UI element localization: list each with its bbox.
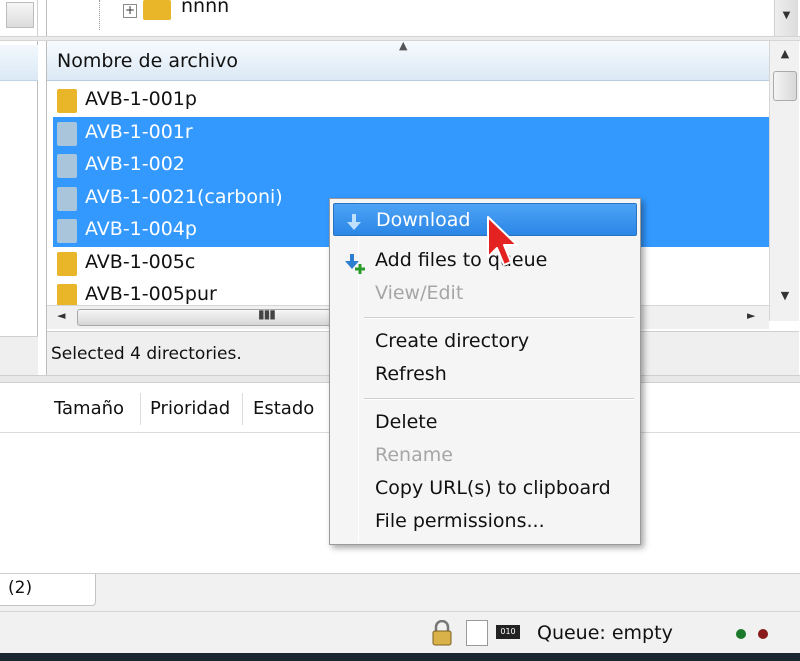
vertical-scrollbar[interactable]: ▲ ▼ xyxy=(769,41,799,321)
binary-mode-icon[interactable]: 010 xyxy=(496,625,520,639)
scrollbar-thumb[interactable] xyxy=(773,71,797,101)
tree-scroll-down-button[interactable]: ▼ xyxy=(774,0,798,36)
sort-ascending-icon: ▲ xyxy=(399,39,408,52)
context-menu: Download Add files to queue View/Edit Cr… xyxy=(329,198,641,545)
menu-item-rename[interactable]: Rename xyxy=(333,439,637,472)
menu-separator xyxy=(364,398,634,400)
menu-item-download[interactable]: Download xyxy=(333,203,637,236)
taskbar-edge xyxy=(0,653,800,661)
file-row[interactable]: AVB-1-001p xyxy=(53,84,769,117)
tree-node-label[interactable]: nnnn xyxy=(181,0,229,17)
menu-item-label: View/Edit xyxy=(375,282,464,304)
tab-successful-transfers[interactable]: (2) xyxy=(0,574,96,606)
column-header-priority[interactable]: Prioridad xyxy=(150,398,230,419)
scroll-down-icon[interactable]: ▼ xyxy=(770,285,800,313)
local-file-list[interactable]: ► xyxy=(0,41,38,379)
column-divider[interactable] xyxy=(242,393,243,425)
folder-icon xyxy=(57,186,77,211)
file-name: AVB-1-005c xyxy=(85,250,196,273)
column-header-status[interactable]: Estado xyxy=(253,398,314,419)
column-header-size[interactable]: Tamaño xyxy=(54,398,124,419)
folder-icon xyxy=(57,251,77,276)
expand-icon[interactable]: + xyxy=(123,4,137,18)
scroll-right-icon[interactable]: ► xyxy=(747,309,755,322)
menu-item-delete[interactable]: Delete xyxy=(333,406,637,439)
local-path-dropdown-button[interactable] xyxy=(6,2,34,28)
menu-item-add-to-queue[interactable]: Add files to queue xyxy=(333,244,637,277)
lock-icon xyxy=(432,620,452,646)
add-to-queue-icon xyxy=(345,254,365,274)
menu-item-create-directory[interactable]: Create directory xyxy=(333,325,637,358)
menu-item-label: Download xyxy=(376,209,471,231)
tab-label: (2) xyxy=(8,578,33,598)
queue-tabs: (2) xyxy=(0,573,800,611)
file-row[interactable]: AVB-1-002 xyxy=(53,149,769,182)
remote-tree-pane: + nnnn ▼ xyxy=(46,0,800,36)
selection-status-text: Selected 4 directories. xyxy=(51,344,242,364)
menu-item-refresh[interactable]: Refresh xyxy=(333,358,637,391)
local-column-header[interactable] xyxy=(0,45,38,81)
menu-item-label: Add files to queue xyxy=(375,249,548,271)
scroll-up-icon[interactable]: ▲ xyxy=(770,41,800,69)
file-name: AVB-1-002 xyxy=(85,153,185,175)
column-divider[interactable] xyxy=(140,393,141,425)
download-arrow-icon xyxy=(347,214,361,230)
file-name: AVB-1-005pur xyxy=(85,283,217,305)
scroll-left-icon[interactable]: ◄ xyxy=(57,309,65,322)
folder-icon xyxy=(57,89,77,113)
menu-item-view-edit[interactable]: View/Edit xyxy=(333,277,637,310)
column-header-label: Nombre de archivo xyxy=(57,50,238,72)
menu-item-label: Refresh xyxy=(375,363,447,385)
menu-item-copy-url[interactable]: Copy URL(s) to clipboard xyxy=(333,472,637,505)
status-bar: 010 Queue: empty xyxy=(0,611,800,653)
menu-item-label: Copy URL(s) to clipboard xyxy=(375,477,611,499)
menu-item-label: Create directory xyxy=(375,330,530,352)
file-row[interactable]: AVB-1-001r xyxy=(53,116,769,150)
file-name: AVB-1-0021(carboni) xyxy=(85,185,283,208)
menu-item-label: Delete xyxy=(375,411,438,433)
send-indicator-icon xyxy=(758,629,768,639)
folder-icon xyxy=(57,219,77,243)
file-name: AVB-1-001p xyxy=(85,88,197,110)
receive-indicator-icon xyxy=(736,629,746,639)
folder-icon xyxy=(143,0,171,20)
folder-icon xyxy=(57,154,77,178)
menu-item-file-permissions[interactable]: File permissions... xyxy=(333,505,637,538)
tree-line xyxy=(99,0,100,30)
menu-separator xyxy=(364,317,634,319)
queue-status-text: Queue: empty xyxy=(537,622,673,644)
local-status-bar xyxy=(0,336,38,376)
file-name: AVB-1-001r xyxy=(85,120,193,143)
menu-item-label: File permissions... xyxy=(375,510,545,532)
speed-limit-icon[interactable] xyxy=(466,620,488,646)
local-tree-pane xyxy=(0,0,38,36)
grip-icon: ▮▮▮ xyxy=(258,307,276,321)
column-header-filename[interactable]: ▲ Nombre de archivo xyxy=(47,39,769,81)
mouse-cursor-icon xyxy=(487,216,518,266)
file-name: AVB-1-004p xyxy=(85,218,197,240)
folder-icon xyxy=(57,121,77,146)
chevron-down-icon: ▼ xyxy=(782,10,791,21)
menu-item-label: Rename xyxy=(375,444,453,466)
